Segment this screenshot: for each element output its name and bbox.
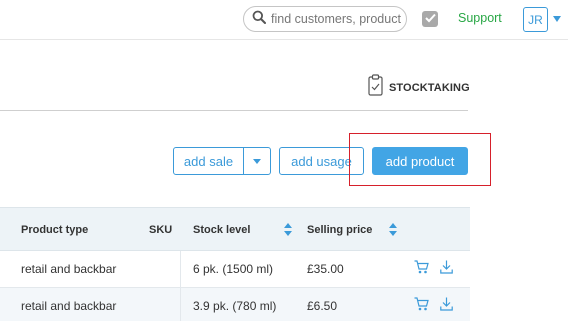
products-table: Product type SKU Stock level Selling pri… [0, 207, 470, 321]
add-usage-button[interactable]: add usage [279, 147, 364, 175]
chevron-down-icon[interactable] [553, 16, 561, 22]
column-divider [180, 288, 181, 321]
section-divider [0, 110, 468, 111]
column-header-sku[interactable]: SKU [149, 224, 172, 236]
cell-product-type: retail and backbar [21, 262, 117, 276]
user-initials: JR [528, 12, 543, 27]
search-box[interactable] [243, 6, 407, 32]
search-icon [252, 10, 266, 29]
column-header-product-type[interactable]: Product type [21, 224, 88, 236]
stocktaking-label: STOCKTAKING [389, 81, 470, 94]
status-checkbox[interactable] [422, 11, 438, 27]
add-sale-button[interactable]: add sale [173, 147, 244, 175]
cell-selling-price: £6.50 [307, 299, 338, 313]
cell-selling-price: £35.00 [307, 262, 344, 276]
cell-stock-level: 6 pk. (1500 ml) [193, 262, 274, 276]
chevron-down-icon [253, 158, 261, 164]
column-header-selling-price[interactable]: Selling price [307, 224, 372, 236]
table-row[interactable]: retail and backbar 6 pk. (1500 ml) £35.0… [0, 251, 470, 288]
cell-product-type: retail and backbar [21, 299, 117, 313]
stocktaking-link[interactable]: STOCKTAKING [368, 74, 470, 101]
column-header-stock-level[interactable]: Stock level [193, 224, 250, 236]
user-avatar-button[interactable]: JR [523, 7, 548, 32]
add-sale-dropdown-button[interactable] [243, 147, 271, 175]
cart-icon[interactable] [414, 297, 429, 311]
support-link[interactable]: Support [458, 11, 502, 25]
table-header: Product type SKU Stock level Selling pri… [0, 207, 470, 251]
cart-icon[interactable] [414, 260, 429, 274]
add-product-button[interactable]: add product [372, 147, 468, 175]
cell-stock-level: 3.9 pk. (780 ml) [193, 299, 277, 313]
table-row[interactable]: retail and backbar 3.9 pk. (780 ml) £6.5… [0, 288, 470, 321]
header-divider [0, 39, 568, 40]
sort-icon[interactable] [284, 223, 292, 236]
sort-icon[interactable] [389, 223, 397, 236]
download-icon[interactable] [440, 297, 453, 311]
search-input[interactable] [271, 12, 401, 26]
download-icon[interactable] [440, 260, 453, 274]
column-divider [180, 251, 181, 287]
check-icon [424, 10, 436, 28]
clipboard-check-icon [368, 74, 383, 101]
